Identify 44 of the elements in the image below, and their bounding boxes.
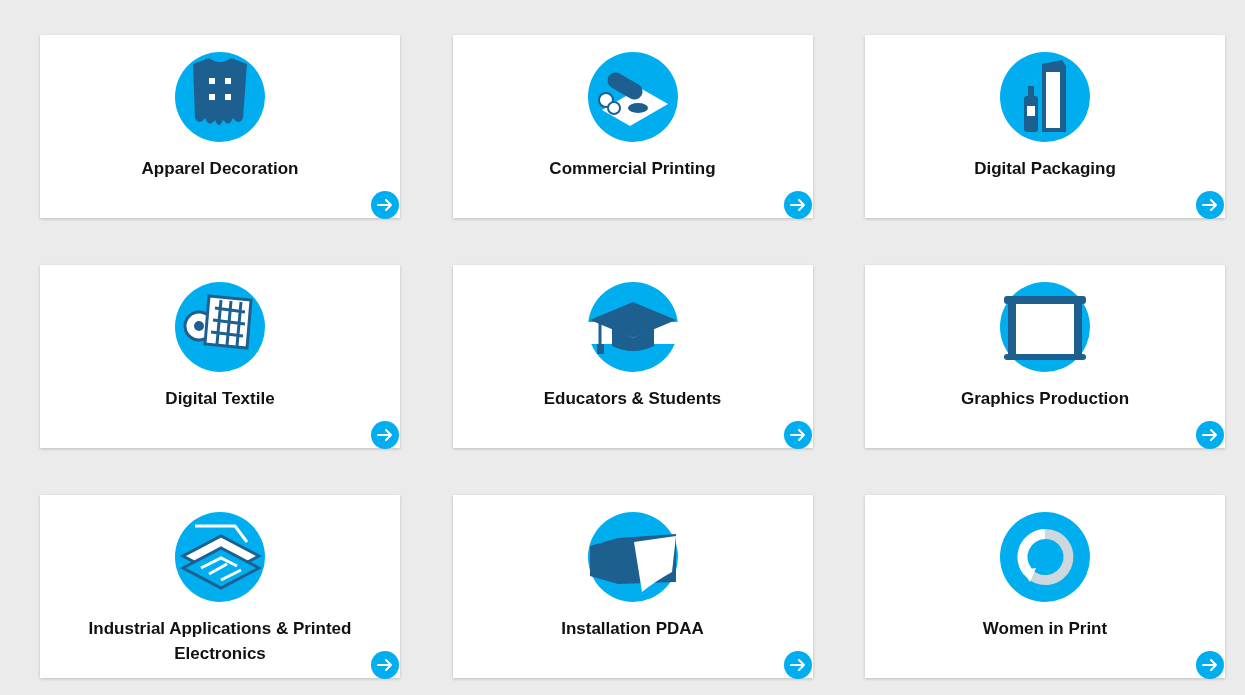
category-card[interactable]: Educators & Students	[452, 265, 813, 448]
arrow-button[interactable]	[1196, 651, 1224, 679]
graduation-cap-icon	[587, 282, 678, 372]
card-title: Installation PDAA	[561, 618, 704, 640]
arrow-button[interactable]	[783, 421, 812, 449]
arrow-icon	[377, 428, 393, 442]
category-card[interactable]: Digital Packaging	[865, 35, 1225, 218]
package-icon	[1000, 52, 1090, 142]
category-card[interactable]: Apparel Decoration	[40, 35, 400, 218]
arrow-icon	[789, 658, 806, 672]
arrow-icon	[1202, 428, 1218, 442]
arrow-button[interactable]	[783, 651, 812, 679]
card-title: Commercial Printing	[549, 158, 716, 180]
card-title: Educators & Students	[543, 388, 722, 410]
wall-panel-icon	[587, 512, 678, 602]
arrow-icon	[1202, 658, 1218, 672]
arrow-button[interactable]	[371, 421, 399, 449]
arrow-icon	[377, 658, 393, 672]
category-card[interactable]: Women in Print	[865, 495, 1225, 678]
card-title: Women in Print	[982, 618, 1108, 640]
arrow-icon	[377, 198, 393, 212]
shirt-icon	[175, 52, 265, 142]
card-title: Graphics Production	[960, 388, 1130, 410]
category-card[interactable]: Commercial Printing	[452, 35, 813, 218]
arrow-icon	[1202, 198, 1218, 212]
arrow-button[interactable]	[1196, 421, 1224, 449]
banner-stand-icon	[1000, 282, 1090, 372]
arrow-button[interactable]	[1196, 191, 1224, 219]
roller-icon	[587, 52, 678, 142]
category-card[interactable]: Industrial Applications & Printed Electronics	[40, 495, 400, 678]
arrow-icon	[789, 428, 806, 442]
fabric-icon	[175, 282, 265, 372]
arrow-button[interactable]	[783, 191, 812, 219]
arrow-button[interactable]	[371, 191, 399, 219]
card-title: Digital Textile	[165, 388, 275, 410]
circuit-layers-icon	[175, 512, 265, 602]
card-title: Industrial Applications & Printed Electronics	[87, 618, 353, 665]
card-title: Apparel Decoration	[141, 158, 299, 180]
category-card[interactable]: Graphics Production	[865, 265, 1225, 448]
category-card[interactable]: Digital Textile	[40, 265, 400, 448]
category-card[interactable]: Installation PDAA	[452, 495, 813, 678]
arrow-icon	[789, 198, 806, 212]
arrow-button[interactable]	[371, 651, 399, 679]
card-title: Digital Packaging	[974, 158, 1116, 180]
